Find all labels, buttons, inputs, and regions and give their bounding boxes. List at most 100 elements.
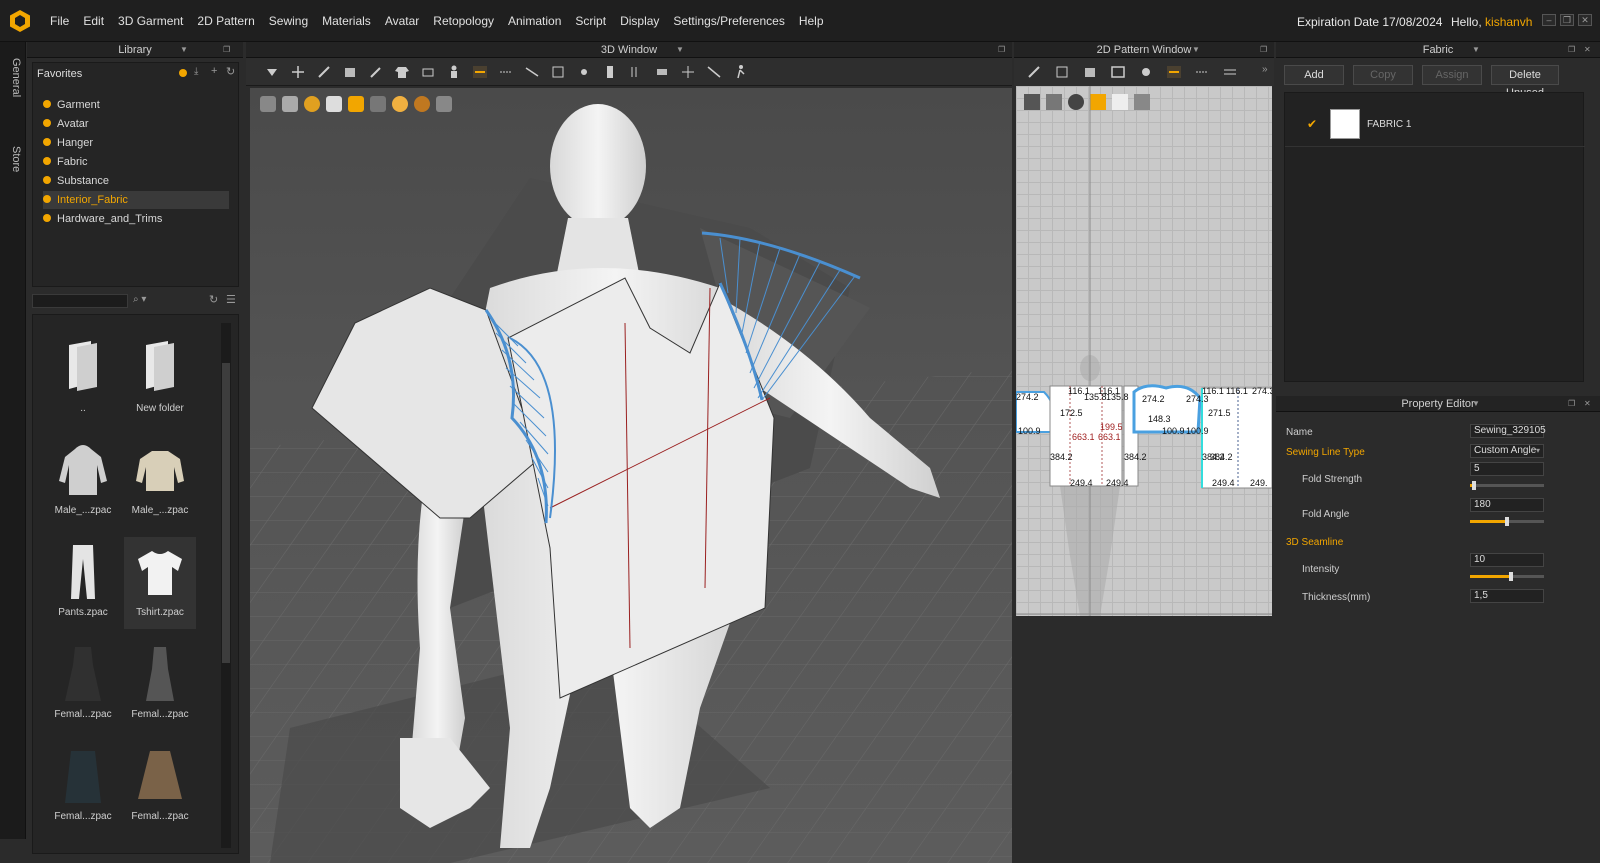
point-icon[interactable] — [576, 64, 592, 80]
add-icon[interactable]: + — [211, 65, 217, 77]
minimize-icon[interactable]: – — [1542, 14, 1556, 26]
undock-icon[interactable]: ❐ — [1568, 42, 1575, 58]
library-item[interactable]: Male_...zpac — [47, 435, 119, 527]
rectangle-icon[interactable] — [1110, 64, 1126, 80]
favorite-item-substance[interactable]: Substance — [43, 172, 109, 190]
scrollbar-thumb[interactable] — [222, 363, 230, 663]
download-icon[interactable]: ⤓ — [194, 66, 198, 77]
fold-angle-field[interactable]: 180 — [1470, 498, 1544, 512]
more-tools-icon[interactable]: » — [1262, 64, 1268, 75]
avatar-tool-icon[interactable] — [446, 64, 462, 80]
intensity-field[interactable]: 10 — [1470, 553, 1544, 567]
menu-script[interactable]: Script — [575, 14, 606, 28]
undock-icon[interactable]: ❐ — [1568, 396, 1575, 412]
refresh-icon[interactable]: ↻ — [209, 293, 218, 306]
fold-strength-field[interactable]: 5 — [1470, 462, 1544, 476]
delete-unused-button[interactable]: Delete Unused — [1491, 65, 1559, 99]
chevron-down-icon[interactable]: ▼ — [676, 42, 684, 58]
2d-pattern-viewport[interactable]: 274.2 116.1 135.8 135.8 116.1 274.2 274.… — [1016, 86, 1272, 616]
menu-display[interactable]: Display — [620, 14, 659, 28]
undock-icon[interactable]: ❐ — [1260, 42, 1267, 58]
strap-icon[interactable] — [524, 64, 540, 80]
transform-icon[interactable] — [290, 64, 306, 80]
topstitch-icon[interactable] — [654, 64, 670, 80]
edit-sewing-icon[interactable] — [1222, 64, 1238, 80]
chevron-down-icon[interactable]: ▼ — [1192, 42, 1200, 58]
close-icon[interactable]: ✕ — [1584, 396, 1591, 412]
zipper-icon[interactable] — [628, 64, 644, 80]
favorite-item-garment[interactable]: Garment — [43, 96, 100, 114]
garment-fold-icon[interactable] — [342, 64, 358, 80]
measure-icon[interactable] — [550, 64, 566, 80]
chevron-down-icon[interactable]: ▼ — [180, 42, 188, 58]
menu-settings[interactable]: Settings/Preferences — [673, 14, 784, 28]
menu-file[interactable]: File — [50, 14, 69, 28]
seamline-section-label[interactable]: 3D Seamline — [1286, 537, 1343, 548]
sewing-line-type-label[interactable]: Sewing Line Type — [1286, 447, 1365, 458]
menu-help[interactable]: Help — [799, 14, 824, 28]
chevron-down-icon[interactable]: ▼ — [1472, 396, 1480, 412]
name-field[interactable]: Sewing_329105 — [1470, 424, 1546, 438]
library-item[interactable]: Male_...zpac — [124, 435, 196, 527]
favorite-item-hardware-and-trims[interactable]: Hardware_and_Trims — [43, 210, 162, 228]
copy-fabric-button[interactable]: Copy — [1353, 65, 1413, 85]
slider-handle[interactable] — [1471, 481, 1476, 490]
search-icon[interactable]: ⌕ ▾ — [133, 294, 146, 305]
edit-point-icon[interactable] — [1054, 64, 1070, 80]
sewing-line-type-select[interactable]: Custom Angle ▾ — [1470, 444, 1544, 458]
library-item[interactable]: Femal...zpac — [124, 741, 196, 833]
library-item[interactable]: Pants.zpac — [47, 537, 119, 629]
favorite-item-fabric[interactable]: Fabric — [43, 153, 88, 171]
intensity-slider[interactable] — [1470, 572, 1544, 581]
slider-handle[interactable] — [1505, 517, 1509, 526]
segment-sewing-icon[interactable] — [1166, 64, 1182, 80]
button-icon[interactable] — [602, 64, 618, 80]
undock-icon[interactable]: ❐ — [223, 42, 230, 58]
slider-handle[interactable] — [1508, 572, 1513, 581]
pin-icon[interactable] — [368, 64, 384, 80]
menu-materials[interactable]: Materials — [322, 14, 371, 28]
menu-sewing[interactable]: Sewing — [269, 14, 308, 28]
menu-2d-pattern[interactable]: 2D Pattern — [197, 14, 254, 28]
thickness-field[interactable]: 1,5 — [1470, 589, 1544, 603]
fold-arrange-icon[interactable] — [420, 64, 436, 80]
fabric-list-item[interactable]: ✔ FABRIC 1 — [1285, 103, 1585, 147]
internal-line-icon[interactable] — [1138, 64, 1154, 80]
assign-fabric-button[interactable]: Assign — [1422, 65, 1482, 85]
undock-icon[interactable]: ❐ — [998, 42, 1005, 58]
tab-general[interactable]: General — [4, 58, 22, 97]
favorite-item-hanger[interactable]: Hanger — [43, 134, 93, 152]
tshirt-tool-icon[interactable] — [394, 64, 410, 80]
tack-icon[interactable] — [498, 64, 514, 80]
restore-icon[interactable]: ❐ — [1560, 14, 1574, 26]
chevron-down-icon[interactable]: ▼ — [1472, 42, 1480, 58]
sewing-tool-icon[interactable] — [472, 64, 488, 80]
close-icon[interactable]: ✕ — [1578, 14, 1592, 26]
menu-retopology[interactable]: Retopology — [433, 14, 494, 28]
tab-store[interactable]: Store — [4, 146, 22, 172]
select-move-icon[interactable] — [264, 64, 280, 80]
simulate-icon[interactable] — [732, 64, 748, 80]
menu-animation[interactable]: Animation — [508, 14, 561, 28]
username[interactable]: kishanvh — [1485, 15, 1532, 29]
add-fabric-button[interactable]: Add — [1284, 65, 1344, 85]
library-item[interactable]: Femal...zpac — [47, 741, 119, 833]
fold-angle-slider[interactable] — [1470, 517, 1544, 526]
library-item[interactable]: Femal...zpac — [47, 639, 119, 731]
app-logo-icon[interactable] — [8, 9, 32, 33]
transform-pattern-icon[interactable] — [1026, 64, 1042, 80]
refresh-icon[interactable]: ↻ — [226, 65, 235, 78]
close-icon[interactable]: ✕ — [1584, 42, 1591, 58]
polygon-icon[interactable] — [1082, 64, 1098, 80]
list-view-icon[interactable]: ☰ — [226, 293, 236, 306]
piping-icon[interactable] — [680, 64, 696, 80]
fold-strength-slider[interactable] — [1470, 481, 1544, 490]
shirring-icon[interactable] — [706, 64, 722, 80]
menu-edit[interactable]: Edit — [83, 14, 104, 28]
select-mesh-icon[interactable] — [316, 64, 332, 80]
library-search-input[interactable] — [32, 294, 128, 308]
3d-viewport[interactable] — [250, 88, 1012, 863]
free-sewing-icon[interactable] — [1194, 64, 1210, 80]
library-item-selected[interactable]: Tshirt.zpac — [124, 537, 196, 629]
favorite-item-avatar[interactable]: Avatar — [43, 115, 89, 133]
